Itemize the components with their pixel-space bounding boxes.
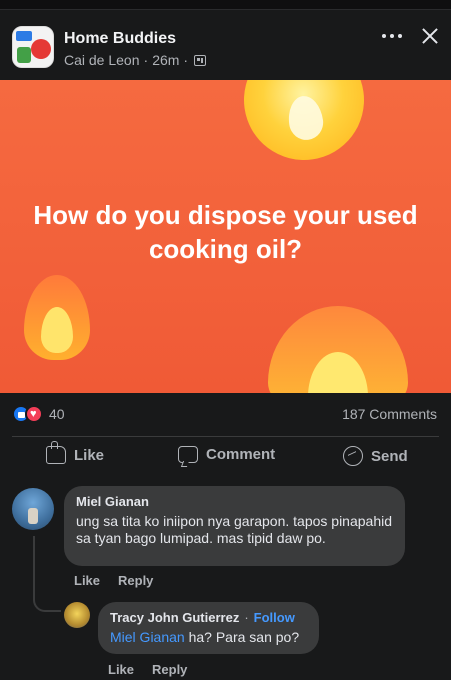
reply-author[interactable]: Tracy John Gutierrez bbox=[110, 610, 239, 625]
post-action-bar: Like Comment Send bbox=[0, 441, 451, 474]
comment-icon bbox=[178, 446, 198, 463]
love-reaction-icon bbox=[25, 405, 43, 423]
reply-author-row: Tracy John Gutierrez · Follow bbox=[110, 610, 307, 625]
comments-count[interactable]: 187 Comments bbox=[342, 406, 437, 422]
reply-separator: · bbox=[244, 610, 249, 625]
send-button[interactable]: Send bbox=[343, 446, 408, 466]
messenger-icon bbox=[343, 446, 363, 466]
like-icon bbox=[46, 441, 66, 464]
group-name[interactable]: Home Buddies bbox=[64, 30, 176, 48]
divider bbox=[12, 436, 439, 437]
reply-actions: Like Reply bbox=[108, 662, 187, 677]
close-icon[interactable] bbox=[420, 26, 440, 46]
flame-illustration-right bbox=[268, 306, 408, 393]
reactions-summary[interactable]: 40 bbox=[12, 404, 65, 424]
reply-avatar[interactable] bbox=[64, 602, 90, 628]
privacy-icon bbox=[194, 54, 207, 66]
reply-bubble: Tracy John Gutierrez · Follow Miel Giana… bbox=[98, 602, 319, 654]
meta-separator: · bbox=[143, 52, 149, 68]
post-image-text: How do you dispose your used cooking oil… bbox=[33, 200, 418, 264]
reply-reply-button[interactable]: Reply bbox=[152, 662, 187, 677]
follow-button[interactable]: Follow bbox=[254, 610, 295, 625]
reply-body: ha? Para san po? bbox=[184, 629, 300, 645]
like-label: Like bbox=[74, 446, 105, 464]
mention-link[interactable]: Miel Gianan bbox=[110, 629, 185, 645]
comment-like-button[interactable]: Like bbox=[74, 573, 100, 588]
more-options-icon[interactable] bbox=[382, 34, 402, 40]
comment-label: Comment bbox=[206, 446, 276, 463]
post-time[interactable]: 26m bbox=[152, 52, 179, 68]
flame-illustration-left bbox=[24, 275, 90, 360]
meta-separator-2: · bbox=[183, 52, 189, 68]
comment-text: ung sa tita ko iniipon nya garapon. tapo… bbox=[76, 513, 393, 546]
post-meta: Cai de Leon · 26m · bbox=[64, 52, 207, 68]
group-avatar[interactable] bbox=[12, 26, 54, 68]
send-label: Send bbox=[371, 447, 408, 465]
comment-button[interactable]: Comment bbox=[178, 446, 275, 463]
comment-reply-button[interactable]: Reply bbox=[118, 573, 153, 588]
avatar[interactable] bbox=[12, 488, 54, 530]
like-button[interactable]: Like bbox=[46, 441, 105, 464]
post-image[interactable]: How do you dispose your used cooking oil… bbox=[0, 80, 451, 393]
author-name[interactable]: Cai de Leon bbox=[64, 52, 140, 68]
comment-bubble: Miel Gianan ung sa tita ko iniipon nya g… bbox=[64, 486, 405, 566]
reply-thread-line bbox=[33, 536, 61, 612]
reply-like-button[interactable]: Like bbox=[108, 662, 134, 677]
status-strip bbox=[0, 0, 451, 10]
comment-actions: Like Reply bbox=[74, 573, 153, 588]
post-header: Home Buddies Cai de Leon · 26m · bbox=[0, 12, 451, 80]
comment-author[interactable]: Miel Gianan bbox=[76, 494, 393, 509]
reply-text: Miel Gianan ha? Para san po? bbox=[110, 629, 307, 646]
oil-drop-illustration bbox=[236, 80, 372, 168]
reaction-count: 40 bbox=[49, 406, 65, 422]
